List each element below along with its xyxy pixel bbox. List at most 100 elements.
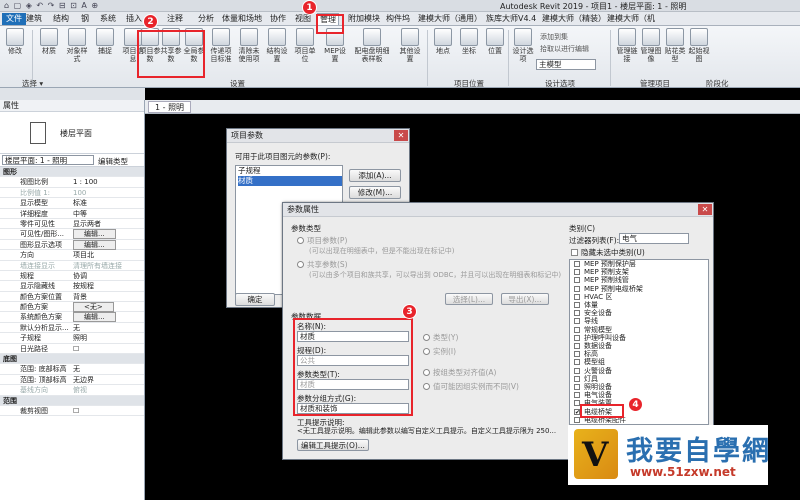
starting-view-button[interactable]: 起始视图	[686, 28, 712, 63]
property-row[interactable]: 墙连接显示 清理所有墙连接	[0, 261, 144, 271]
tab-component-dock[interactable]: 构件坞	[384, 13, 412, 25]
category-checkbox[interactable]	[574, 359, 580, 366]
ok-button[interactable]: 确定	[235, 293, 275, 306]
edit-type-button[interactable]: 编辑类型	[98, 156, 128, 167]
property-row[interactable]: 裁剪视图 ☐	[0, 406, 144, 417]
shared-param-radio[interactable]	[297, 261, 304, 268]
modify-button[interactable]: 修改(M)...	[349, 186, 401, 199]
category-checkbox[interactable]	[574, 302, 580, 308]
tab-family-library[interactable]: 族库大师V4.4	[484, 13, 538, 25]
category-checkbox[interactable]	[574, 310, 580, 317]
property-edit-button[interactable]: 编辑...	[73, 229, 116, 240]
panel-schedule-templates-button[interactable]: 配电盘明细表样板	[352, 28, 392, 63]
tab-analyze[interactable]: 分析	[196, 13, 216, 25]
property-row[interactable]: 系统颜色方案 编辑...	[0, 312, 144, 323]
tab-annotate[interactable]: 注释	[165, 13, 185, 25]
property-row[interactable]: 方向 项目北	[0, 250, 144, 261]
property-row[interactable]: 范围: 顶部标高 无边界	[0, 375, 144, 386]
tab-addins[interactable]: 附加模块	[346, 13, 382, 25]
filter-select[interactable]: 电气	[619, 233, 689, 244]
materials-button[interactable]: 材质	[36, 28, 62, 55]
pick-to-edit-button[interactable]: 拾取以进行编辑	[540, 44, 589, 54]
property-row[interactable]: 规程 协调	[0, 271, 144, 282]
property-row[interactable]: 零件可见性 显示两者	[0, 219, 144, 230]
instance-radio[interactable]	[423, 348, 430, 355]
add-to-set-button[interactable]: 添加到集	[540, 32, 568, 42]
property-edit-button[interactable]: 编辑...	[73, 312, 116, 323]
property-row[interactable]: 颜色方案 <无>	[0, 302, 144, 313]
property-row[interactable]: 图形显示选项 编辑...	[0, 239, 144, 251]
property-row[interactable]: 视图比例 1 : 100	[0, 177, 144, 188]
transfer-standards-button[interactable]: 传递项目标准	[208, 28, 234, 63]
align-by-type-radio[interactable]	[423, 369, 430, 376]
quick-access-toolbar[interactable]: ⌂ ▢ ◈ ↶ ↷ ⊟ ⊡ A ⊕	[4, 1, 99, 10]
property-category[interactable]: 范围	[0, 395, 144, 406]
modify-button[interactable]: 修改	[2, 28, 28, 55]
category-checkbox[interactable]	[574, 334, 580, 341]
property-row[interactable]: 详细程度 中等	[0, 209, 144, 219]
tab-architecture[interactable]: 建筑	[24, 13, 44, 25]
category-checkbox[interactable]	[574, 384, 580, 390]
property-row[interactable]: 子规程 照明	[0, 333, 144, 344]
tab-collaborate[interactable]: 协作	[268, 13, 288, 25]
snaps-button[interactable]: 捕捉	[92, 28, 118, 55]
property-row[interactable]: 显示模型 标准	[0, 198, 144, 209]
property-row[interactable]: 基线方向 俯视	[0, 385, 144, 396]
close-icon[interactable]: ✕	[698, 204, 712, 215]
location-button[interactable]: 地点	[430, 28, 456, 55]
structural-settings-button[interactable]: 结构设置	[264, 28, 290, 63]
tab-modeling-master-decor[interactable]: 建模大师（精装）	[540, 13, 608, 25]
tab-modeling-master-general[interactable]: 建模大师（通用）	[416, 13, 484, 25]
category-checkbox[interactable]	[574, 367, 580, 374]
hide-unchecked-checkbox[interactable]	[571, 249, 578, 256]
category-checkbox[interactable]	[574, 326, 580, 333]
additional-settings-button[interactable]: 其他设置	[397, 28, 423, 63]
project-units-button[interactable]: 项目单位	[292, 28, 318, 63]
category-checkbox[interactable]	[574, 392, 580, 399]
property-row[interactable]: 默认分析显示... 无	[0, 323, 144, 334]
list-item[interactable]: 子规程	[238, 166, 342, 176]
tab-modeling-master-mep[interactable]: 建模大师（机	[605, 13, 657, 25]
property-row[interactable]: 范围: 底部标高无	[0, 364, 144, 375]
category-checkbox[interactable]	[574, 269, 580, 276]
manage-links-button[interactable]: 管理链接	[614, 28, 640, 63]
list-item-selected[interactable]: 材质	[238, 176, 342, 186]
category-checkbox[interactable]	[574, 343, 580, 349]
position-button[interactable]: 位置	[482, 28, 508, 55]
property-category[interactable]: 图形	[0, 167, 144, 178]
tab-structure[interactable]: 结构	[51, 13, 71, 25]
select-button[interactable]: 选择(L)...	[445, 293, 493, 305]
category-checkbox[interactable]	[574, 261, 580, 267]
property-row[interactable]: 日光路径 ☐	[0, 344, 144, 355]
purge-unused-button[interactable]: 清除未使用项	[236, 28, 262, 63]
category-checkbox[interactable]	[574, 293, 580, 300]
property-row[interactable]: 颜色方案位置 背景	[0, 292, 144, 303]
type-radio[interactable]	[423, 334, 430, 341]
manage-images-button[interactable]: 管理图像	[638, 28, 664, 63]
tab-massing-site[interactable]: 体量和场地	[220, 13, 264, 25]
category-checkbox[interactable]	[574, 351, 580, 358]
category-checkbox[interactable]	[574, 285, 580, 292]
category-checkbox[interactable]	[574, 318, 580, 325]
property-edit-button[interactable]: <无>	[73, 302, 114, 313]
property-edit-button[interactable]: 编辑...	[73, 239, 116, 250]
decal-types-button[interactable]: 贴花类型	[662, 28, 688, 63]
property-category[interactable]: 底图	[0, 354, 144, 365]
view-tab-lighting[interactable]: 1 - 照明	[148, 101, 192, 113]
property-row[interactable]: 比例值 1: 100	[0, 188, 144, 199]
tab-steel[interactable]: 钢	[79, 13, 91, 25]
object-styles-button[interactable]: 对象样式	[64, 28, 90, 63]
edit-tooltip-button[interactable]: 编辑工具提示(O)...	[297, 439, 369, 451]
property-row[interactable]: 可见性/图形... 编辑...	[0, 229, 144, 240]
add-button[interactable]: 添加(A)...	[349, 169, 401, 182]
vary-by-group-radio[interactable]	[423, 383, 430, 390]
property-row[interactable]: 显示隐藏线 按规程	[0, 281, 144, 292]
category-checkbox[interactable]	[574, 375, 580, 382]
main-model-select[interactable]: 主模型	[536, 59, 596, 70]
view-selector[interactable]: 楼层平面: 1 - 照明	[2, 155, 94, 165]
export-button[interactable]: 导出(X)...	[501, 293, 549, 305]
tab-file[interactable]: 文件	[2, 13, 26, 25]
close-icon[interactable]: ✕	[394, 130, 408, 141]
tab-insert[interactable]: 插入	[124, 13, 144, 25]
project-param-radio[interactable]	[297, 237, 304, 244]
